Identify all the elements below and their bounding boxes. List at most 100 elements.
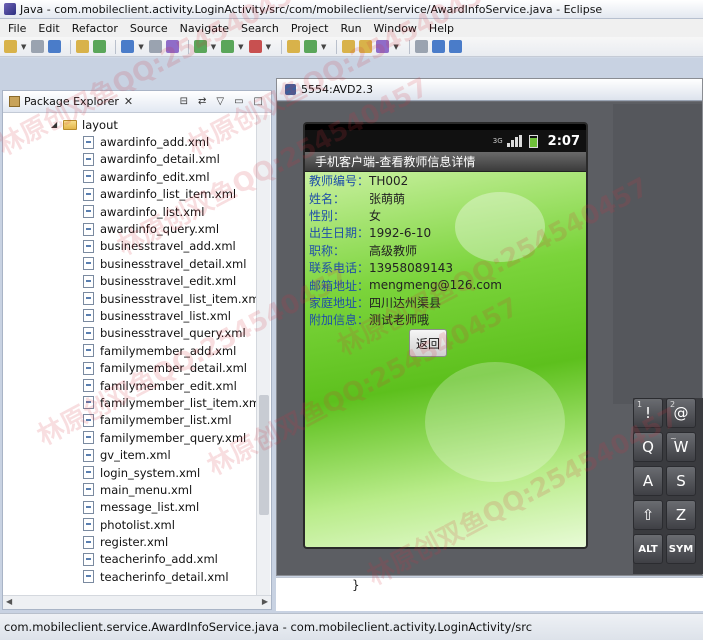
new-package-icon[interactable] (303, 40, 317, 53)
close-icon[interactable]: ✕ (124, 95, 133, 108)
chevron-down-icon[interactable]: ▼ (266, 43, 271, 51)
tree-folder-layout[interactable]: ◢ layout (3, 116, 271, 133)
tree-file[interactable]: familymember_list_item.xml (3, 394, 271, 411)
android-sdk-icon[interactable] (93, 40, 107, 53)
key-shift[interactable]: ⇧ (633, 500, 663, 530)
pen-icon[interactable] (376, 40, 390, 53)
menu-file[interactable]: File (2, 22, 32, 35)
device-controls-panel (613, 104, 702, 404)
open-folder-icon[interactable] (342, 40, 356, 53)
menu-refactor[interactable]: Refactor (66, 22, 124, 35)
search-icon[interactable] (165, 40, 179, 53)
chevron-down-icon[interactable]: ▼ (211, 43, 216, 51)
save-icon[interactable] (31, 40, 45, 53)
key-2[interactable]: 2 @ (666, 398, 696, 428)
print-icon[interactable] (48, 40, 62, 53)
tree-file[interactable]: login_system.xml (3, 464, 271, 481)
tree-file[interactable]: familymember_list.xml (3, 412, 271, 429)
tree-file[interactable]: familymember_add.xml (3, 342, 271, 359)
chevron-down-icon[interactable]: ▼ (138, 43, 143, 51)
checkbox-icon[interactable] (121, 40, 135, 53)
view-menu-icon[interactable]: ▽ (216, 96, 224, 107)
device-frame: 3G 2:07 手机客户端-查看教师信息详情 教师编号： TH002 姓名： 张萌萌… (277, 102, 703, 575)
scrollbar-thumb[interactable] (259, 395, 269, 515)
tree-file[interactable]: businesstravel_add.xml (3, 238, 271, 255)
tree-vertical-scrollbar[interactable] (256, 115, 270, 595)
external-tools-icon[interactable] (248, 40, 262, 53)
file-label: familymember_list.xml (100, 413, 232, 428)
forward-nav-icon[interactable] (448, 40, 462, 53)
tree-file[interactable]: message_list.xml (3, 499, 271, 516)
tree-file[interactable]: familymember_query.xml (3, 429, 271, 446)
link-editor-icon[interactable]: ⇄ (198, 96, 206, 107)
annotation-icon[interactable] (414, 40, 428, 53)
key-sym[interactable]: SYM (666, 534, 696, 564)
back-button[interactable]: 返回 (409, 329, 447, 357)
tree-file[interactable]: awardinfo_detail.xml (3, 151, 271, 168)
chevron-down-icon[interactable]: ▼ (321, 43, 326, 51)
open-resource-icon[interactable] (359, 40, 373, 53)
package-explorer: Package Explorer ✕ ⊟ ⇄ ▽ ▭ □ ◢ layout aw… (2, 90, 272, 610)
menu-help[interactable]: Help (423, 22, 460, 35)
tree-file[interactable]: main_menu.xml (3, 481, 271, 498)
debug-icon[interactable] (193, 40, 207, 53)
chevron-down-icon[interactable]: ▼ (21, 43, 26, 51)
key-1[interactable]: 1! (633, 398, 663, 428)
tree-file[interactable]: familymember_edit.xml (3, 377, 271, 394)
minimize-icon[interactable]: ▭ (234, 96, 243, 107)
key-q[interactable]: Q (633, 432, 663, 462)
tree-file[interactable]: register.xml (3, 533, 271, 550)
tree-file[interactable]: awardinfo_add.xml (3, 133, 271, 150)
menu-source[interactable]: Source (124, 22, 174, 35)
back-nav-icon[interactable] (431, 40, 445, 53)
xml-file-icon (83, 344, 94, 358)
maximize-icon[interactable]: □ (254, 96, 263, 107)
new-class-icon[interactable] (286, 40, 300, 53)
tree-file[interactable]: familymember_detail.xml (3, 359, 271, 376)
tree-file[interactable]: teacherinfo_add.xml (3, 551, 271, 568)
menu-window[interactable]: Window (368, 22, 423, 35)
new-icon[interactable] (4, 40, 17, 53)
tree-file[interactable]: teacherinfo_detail.xml (3, 568, 271, 585)
chevron-down-icon[interactable]: ▼ (238, 43, 243, 51)
menu-search[interactable]: Search (235, 22, 285, 35)
tree-file[interactable]: businesstravel_edit.xml (3, 273, 271, 290)
open-task-icon[interactable] (148, 40, 162, 53)
key-alt[interactable]: ALT (633, 534, 663, 564)
scroll-right-icon[interactable]: ▶ (262, 597, 268, 606)
tree-file[interactable]: businesstravel_list_item.xml (3, 290, 271, 307)
key-z[interactable]: Z (666, 500, 696, 530)
open-type-icon[interactable] (76, 40, 90, 53)
package-explorer-title[interactable]: Package Explorer (24, 95, 119, 108)
tree-file[interactable]: businesstravel_list.xml (3, 307, 271, 324)
field-value: 1992-6-10 (369, 225, 432, 240)
tree-horizontal-scrollbar[interactable]: ◀ ▶ (3, 595, 271, 609)
chevron-down-icon[interactable]: ▼ (393, 43, 398, 51)
menu-edit[interactable]: Edit (32, 22, 65, 35)
tree-file[interactable]: photolist.xml (3, 516, 271, 533)
tree-file[interactable]: awardinfo_edit.xml (3, 168, 271, 185)
tree-file[interactable]: businesstravel_query.xml (3, 325, 271, 342)
run-icon[interactable] (221, 40, 235, 53)
menu-run[interactable]: Run (334, 22, 367, 35)
key-a[interactable]: A (633, 466, 663, 496)
code-editor[interactable]: } (276, 577, 703, 611)
android-status-bar: 3G 2:07 (305, 130, 586, 152)
key-s[interactable]: S (666, 466, 696, 496)
file-label: awardinfo_query.xml (100, 222, 220, 237)
menu-project[interactable]: Project (285, 22, 335, 35)
scroll-left-icon[interactable]: ◀ (6, 597, 12, 606)
expand-icon[interactable]: ◢ (51, 120, 63, 129)
package-explorer-header: Package Explorer ✕ ⊟ ⇄ ▽ ▭ □ (3, 91, 271, 113)
xml-file-icon (83, 187, 94, 201)
key-w[interactable]: ~ W (666, 432, 696, 462)
tree-file[interactable]: awardinfo_list.xml (3, 203, 271, 220)
menu-navigate[interactable]: Navigate (174, 22, 235, 35)
tree-file[interactable]: gv_item.xml (3, 446, 271, 463)
tree-file[interactable]: awardinfo_list_item.xml (3, 186, 271, 203)
file-label: familymember_query.xml (100, 430, 247, 445)
field-row: 职称： 高级教师 (309, 242, 579, 259)
tree-file[interactable]: awardinfo_query.xml (3, 220, 271, 237)
collapse-all-icon[interactable]: ⊟ (180, 96, 188, 107)
tree-file[interactable]: businesstravel_detail.xml (3, 255, 271, 272)
